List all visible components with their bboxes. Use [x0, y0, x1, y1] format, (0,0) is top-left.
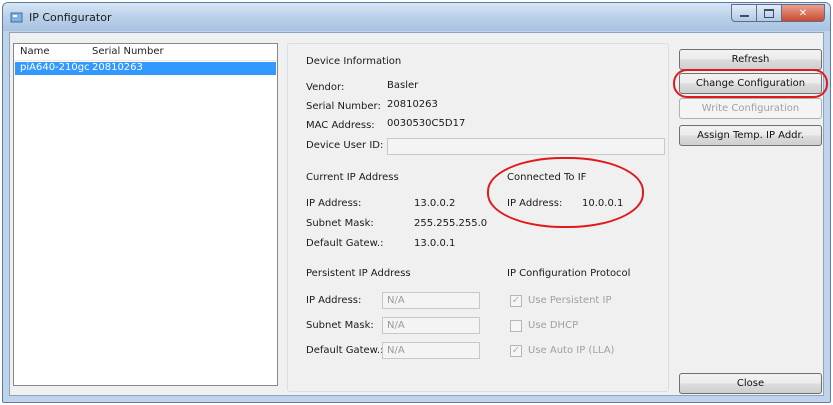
use-persistent-ip-label: Use Persistent IP: [528, 295, 612, 306]
maximize-button[interactable]: [757, 4, 782, 22]
current-ip-label: IP Address:: [306, 198, 362, 209]
device-information-header: Device Information: [306, 56, 402, 67]
column-header-name[interactable]: Name: [20, 46, 50, 57]
serial-number-value: 20810263: [387, 99, 438, 110]
minimize-button[interactable]: [731, 4, 757, 22]
current-subnet-value: 255.255.255.0: [414, 218, 488, 229]
title-bar[interactable]: IP Configurator ✕: [3, 3, 830, 31]
device-name: piA640-210gc: [20, 62, 90, 73]
use-dhcp-label: Use DHCP: [528, 320, 579, 331]
connected-ip-value: 10.0.0.1: [582, 198, 624, 209]
persistent-ip-field[interactable]: N/A: [382, 292, 480, 309]
current-ip-header: Current IP Address: [306, 172, 399, 183]
current-ip-value: 13.0.0.2: [414, 198, 456, 209]
persistent-gateway-label: Default Gatew.:: [306, 345, 384, 356]
current-subnet-label: Subnet Mask:: [306, 218, 374, 229]
change-configuration-button[interactable]: Change Configuration: [679, 73, 822, 94]
window-title: IP Configurator: [29, 11, 112, 24]
use-auto-ip-checkbox[interactable]: ✓: [510, 345, 522, 357]
device-list-row[interactable]: piA640-210gc 20810263: [15, 62, 276, 75]
use-dhcp-checkbox[interactable]: [510, 320, 522, 332]
minimize-icon: [739, 15, 749, 17]
device-list[interactable]: Name Serial Number piA640-210gc 20810263: [13, 43, 278, 386]
app-icon: [10, 12, 23, 23]
current-gateway-value: 13.0.0.1: [414, 238, 456, 249]
mac-address-value: 0030530C5D17: [387, 118, 466, 129]
device-details-panel: Device Information Vendor: Basler Serial…: [287, 43, 669, 392]
serial-number-label: Serial Number:: [306, 101, 381, 112]
close-window-button[interactable]: ✕: [782, 4, 825, 22]
maximize-icon: [764, 8, 774, 18]
connected-ip-label: IP Address:: [507, 198, 563, 209]
refresh-button[interactable]: Refresh: [679, 49, 822, 70]
persistent-ip-header: Persistent IP Address: [306, 268, 411, 279]
vendor-label: Vendor:: [306, 82, 345, 93]
ip-protocol-header: IP Configuration Protocol: [507, 268, 631, 279]
persistent-gateway-field[interactable]: N/A: [382, 342, 480, 359]
mac-address-label: MAC Address:: [306, 120, 375, 131]
device-serial: 20810263: [92, 62, 143, 73]
window-controls: ✕: [731, 4, 825, 22]
persistent-subnet-label: Subnet Mask:: [306, 320, 374, 331]
assign-temp-ip-button[interactable]: Assign Temp. IP Addr.: [679, 125, 822, 146]
persistent-subnet-field[interactable]: N/A: [382, 317, 480, 334]
close-button[interactable]: Close: [679, 373, 822, 394]
device-user-id-field[interactable]: [387, 138, 665, 155]
persistent-ip-label: IP Address:: [306, 295, 362, 306]
column-header-serial[interactable]: Serial Number: [92, 46, 164, 57]
device-user-id-label: Device User ID:: [306, 140, 384, 151]
close-icon: ✕: [798, 7, 808, 19]
device-list-header: Name Serial Number: [14, 44, 277, 61]
vendor-value: Basler: [387, 80, 419, 91]
use-auto-ip-label: Use Auto IP (LLA): [528, 345, 615, 356]
current-gateway-label: Default Gatew.:: [306, 238, 384, 249]
app-window: IP Configurator ✕ Name Serial Number piA…: [2, 2, 831, 403]
write-configuration-button[interactable]: Write Configuration: [679, 98, 822, 119]
use-persistent-ip-checkbox[interactable]: ✓: [510, 295, 522, 307]
connected-to-if-header: Connected To IF: [507, 172, 587, 183]
